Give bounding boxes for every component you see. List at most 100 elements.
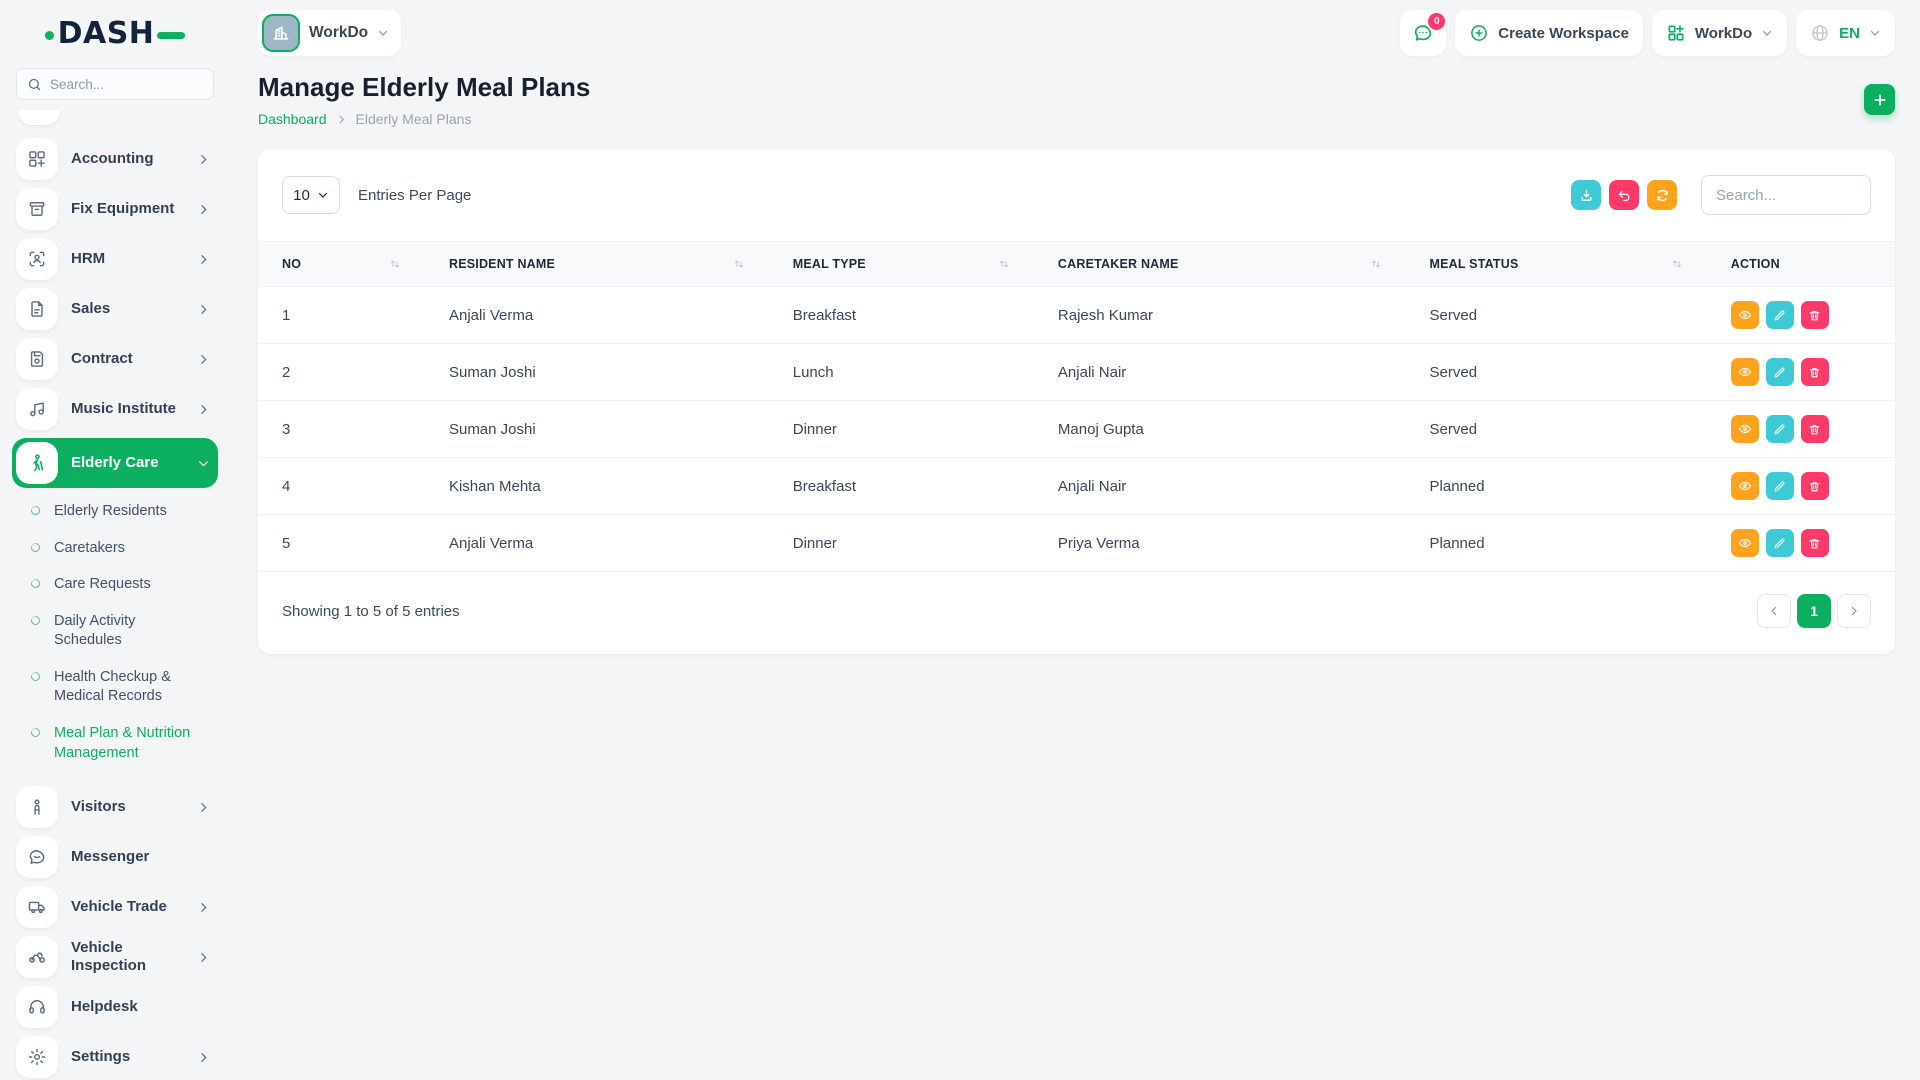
- table-search[interactable]: [1701, 175, 1871, 215]
- sidebar-item-label: Fix Equipment: [71, 200, 184, 218]
- cell-resident: Kishan Mehta: [425, 458, 769, 515]
- create-workspace-button[interactable]: Create Workspace: [1455, 10, 1643, 56]
- chevron-right-icon: [336, 114, 347, 125]
- submenu-item-caretakers[interactable]: Caretakers: [31, 539, 214, 559]
- sidebar-item-vehicle-trade[interactable]: Vehicle Trade: [16, 886, 214, 928]
- pencil-icon: [1773, 366, 1786, 379]
- sidebar-nav: Accounting Fix Equipment HRM Sales: [16, 138, 214, 1080]
- gear-icon: [16, 1036, 58, 1078]
- cell-no: 5: [258, 515, 425, 572]
- refresh-button[interactable]: [1647, 180, 1677, 210]
- cell-caretaker: Anjali Nair: [1034, 458, 1406, 515]
- export-button[interactable]: [1571, 180, 1601, 210]
- sidebar-item-music-institute[interactable]: Music Institute: [16, 388, 214, 430]
- column-header-no[interactable]: NO: [258, 242, 425, 287]
- chevron-right-icon: [197, 203, 210, 216]
- sidebar-item-label: Vehicle Trade: [71, 898, 184, 916]
- delete-button[interactable]: [1801, 472, 1829, 500]
- table-row: 5 Anjali Verma Dinner Priya Verma Planne…: [258, 515, 1895, 572]
- sort-icon: [733, 258, 745, 270]
- sidebar-item-label: Elderly Care: [71, 454, 184, 472]
- column-header-meal-type[interactable]: MEAL TYPE: [769, 242, 1034, 287]
- building-icon: [262, 14, 300, 52]
- language-selector[interactable]: EN: [1796, 10, 1895, 56]
- notifications-button[interactable]: 0: [1400, 10, 1446, 56]
- sidebar-item-messenger[interactable]: Messenger: [16, 836, 214, 878]
- circle-plus-icon: [1469, 23, 1489, 43]
- submenu-item-elderly-residents[interactable]: Elderly Residents: [31, 502, 214, 522]
- sidebar-item-accounting[interactable]: Accounting: [16, 138, 214, 180]
- bullet-icon: [29, 726, 42, 739]
- view-button[interactable]: [1731, 301, 1759, 329]
- breadcrumb-dashboard-link[interactable]: Dashboard: [258, 111, 327, 127]
- motorcycle-icon: [16, 936, 58, 978]
- chat-bubble-icon: [16, 836, 58, 878]
- next-page-button[interactable]: [1837, 594, 1871, 628]
- chevron-right-icon: [197, 353, 210, 366]
- app-logo[interactable]: DASH: [16, 14, 214, 54]
- submenu-item-care-requests[interactable]: Care Requests: [31, 575, 214, 595]
- page-number-button[interactable]: 1: [1797, 594, 1831, 628]
- cell-resident: Anjali Verma: [425, 287, 769, 344]
- cell-meal-type: Dinner: [769, 401, 1034, 458]
- workspace-selector[interactable]: WorkDo: [258, 10, 401, 56]
- table-search-input[interactable]: [1701, 175, 1871, 215]
- logo-dot-icon: [45, 31, 54, 40]
- apps-menu-button[interactable]: WorkDo: [1652, 10, 1787, 56]
- undo-button[interactable]: [1609, 180, 1639, 210]
- submenu-item-health-checkup[interactable]: Health Checkup & Medical Records: [31, 668, 214, 707]
- view-button[interactable]: [1731, 358, 1759, 386]
- sidebar-item-fix-equipment[interactable]: Fix Equipment: [16, 188, 214, 230]
- submenu-item-daily-activity-schedules[interactable]: Daily Activity Schedules: [31, 612, 214, 651]
- bullet-icon: [29, 504, 42, 517]
- page-title: Manage Elderly Meal Plans: [258, 72, 590, 103]
- cell-caretaker: Manoj Gupta: [1034, 401, 1406, 458]
- delete-button[interactable]: [1801, 301, 1829, 329]
- sidebar-item-helpdesk[interactable]: Helpdesk: [16, 986, 214, 1028]
- breadcrumb: Dashboard Elderly Meal Plans: [258, 111, 590, 127]
- sidebar-item-label: Settings: [71, 1048, 184, 1066]
- create-meal-plan-button[interactable]: [1864, 84, 1895, 115]
- sidebar-search[interactable]: [16, 68, 214, 100]
- sidebar-item-hrm[interactable]: HRM: [16, 238, 214, 280]
- edit-button[interactable]: [1766, 415, 1794, 443]
- view-button[interactable]: [1731, 529, 1759, 557]
- column-header-resident-name[interactable]: RESIDENT NAME: [425, 242, 769, 287]
- cell-status: Planned: [1406, 515, 1707, 572]
- chevron-left-icon: [1768, 605, 1780, 617]
- sidebar-item-contract[interactable]: Contract: [16, 338, 214, 380]
- sort-icon: [1671, 258, 1683, 270]
- sidebar-search-input[interactable]: [50, 77, 203, 92]
- globe-icon: [1810, 23, 1830, 43]
- delete-button[interactable]: [1801, 358, 1829, 386]
- sidebar-item-visitors[interactable]: Visitors: [16, 786, 214, 828]
- meal-plans-table: NO RESIDENT NAME MEAL TYPE CARETAKER NAM…: [258, 241, 1895, 572]
- sidebar-item-vehicle-inspection[interactable]: Vehicle Inspection: [16, 936, 214, 978]
- chevron-down-icon: [317, 189, 329, 201]
- edit-button[interactable]: [1766, 472, 1794, 500]
- sidebar-item-label: Contract: [71, 350, 184, 368]
- sidebar-item-settings[interactable]: Settings: [16, 1036, 214, 1078]
- cell-status: Served: [1406, 401, 1707, 458]
- search-icon: [27, 77, 42, 92]
- save-disk-icon: [16, 338, 58, 380]
- view-button[interactable]: [1731, 415, 1759, 443]
- column-header-caretaker-name[interactable]: CARETAKER NAME: [1034, 242, 1406, 287]
- previous-page-button[interactable]: [1757, 594, 1791, 628]
- column-header-meal-status[interactable]: MEAL STATUS: [1406, 242, 1707, 287]
- cell-meal-type: Dinner: [769, 515, 1034, 572]
- edit-button[interactable]: [1766, 301, 1794, 329]
- submenu-item-meal-plan[interactable]: Meal Plan & Nutrition Management: [31, 724, 214, 763]
- cell-caretaker: Priya Verma: [1034, 515, 1406, 572]
- table-controls: 10 Entries Per Page: [258, 149, 1895, 241]
- view-button[interactable]: [1731, 472, 1759, 500]
- delete-button[interactable]: [1801, 529, 1829, 557]
- cell-no: 1: [258, 287, 425, 344]
- edit-button[interactable]: [1766, 529, 1794, 557]
- delete-button[interactable]: [1801, 415, 1829, 443]
- sidebar-item-elderly-care[interactable]: Elderly Care: [12, 438, 218, 488]
- logo-dash-icon: [157, 32, 185, 39]
- sidebar-item-sales[interactable]: Sales: [16, 288, 214, 330]
- edit-button[interactable]: [1766, 358, 1794, 386]
- entries-per-page-select[interactable]: 10: [282, 176, 340, 214]
